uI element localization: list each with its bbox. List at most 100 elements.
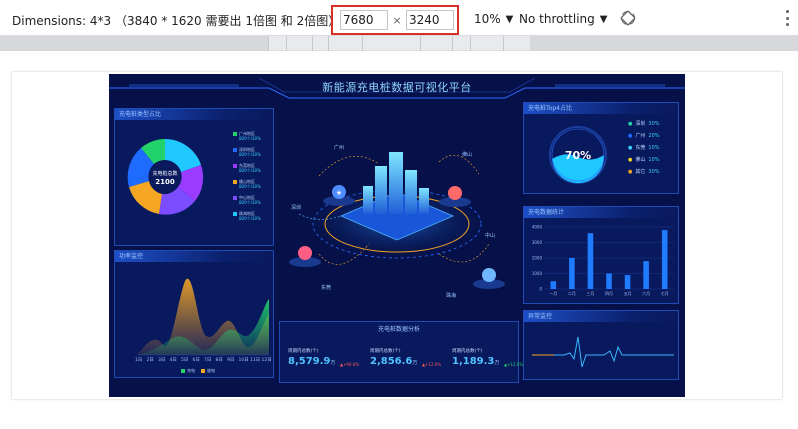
stat-value: 8,579.9万 (288, 356, 335, 367)
bar (587, 233, 594, 289)
ruler-tick (328, 36, 329, 51)
y-tick-label: 3000 (532, 240, 543, 245)
x-tick-label: 7日 (204, 358, 212, 363)
top4-legend-item: ● 其它 30% (628, 169, 660, 175)
times-label: × (392, 13, 402, 27)
dimensions-dropdown[interactable]: Dimensions: 4*3 （3840 * 1620 需要出 1倍图 和 2… (12, 12, 356, 29)
legend-sub: 800个/30% (239, 200, 261, 205)
legend-name: 其它 (635, 169, 646, 175)
legend-dot-icon: ● (628, 157, 633, 163)
legend-percent: 30% (648, 121, 660, 127)
city-label-foshan: 佛山 (461, 152, 472, 158)
city-label-zhuhai: 珠海 (445, 293, 456, 299)
x-tick-label: 3日 (158, 358, 166, 363)
legend-name: 放电 (207, 368, 215, 373)
city-node-shenzhen (289, 246, 321, 267)
ruler-tick (503, 36, 504, 51)
legend-percent: 20% (648, 133, 660, 139)
legend-dot-icon: ● (628, 121, 633, 127)
city-label-zhongshan: 中山 (484, 233, 495, 239)
donut-legend-item: 广州地区 800个/30% (233, 131, 261, 141)
legend-dot-icon: ● (628, 169, 633, 175)
legend-name: 佛山 (635, 157, 646, 163)
dimensions-label: Dimensions: 4*3 （3840 * 1620 需要出 1倍图 和 2… (12, 14, 341, 28)
ruler-tick (362, 36, 363, 51)
bar-panel: 充电数据统计 0 1000 2000 3000 4000 一月 二月 三月 四月 五月 六月 七月 (523, 206, 679, 304)
panel-title: 充电桩类型占比 (115, 109, 273, 120)
ruler-tick (470, 36, 471, 51)
x-tick-label: 三月 (586, 291, 594, 296)
size-inputs-highlight: 7680 × 3240 (331, 5, 459, 35)
donut-legend-item: 中山地区 800个/30% (233, 195, 261, 205)
stat-number: 8,579.9 (288, 356, 331, 367)
legend-sub: 800个/30% (239, 216, 261, 221)
area-legend-item: 放电 (201, 368, 215, 373)
x-tick-label: 六月 (642, 290, 650, 296)
x-tick-label: 4日 (169, 358, 177, 363)
x-tick-label: 12日 (261, 358, 272, 363)
stat-label: 周期内总数(个) (452, 349, 483, 354)
donut-legend-item: 深圳地区 800个/30% (233, 147, 261, 157)
ruler-tick (420, 36, 421, 51)
height-input[interactable]: 3240 (406, 10, 454, 30)
legend-name: 充电 (187, 368, 195, 373)
legend-percent: 10% (648, 145, 660, 151)
stat-label: 周期内总数(个) (370, 349, 401, 354)
x-tick-label: 一月 (549, 291, 557, 296)
legend-swatch (233, 196, 237, 200)
donut-legend-item: 珠海地区 800个/30% (233, 211, 261, 221)
legend-percent: 30% (648, 169, 660, 175)
zoom-dropdown[interactable]: 10% ▼ (474, 12, 513, 26)
x-tick-label: 2日 (146, 358, 154, 363)
bar (661, 230, 668, 289)
more-vertical-icon[interactable] (784, 10, 790, 26)
bar (643, 261, 649, 289)
ruler-tick (286, 36, 287, 51)
y-tick-label: 1000 (532, 271, 543, 276)
stat-unit: 万 (412, 360, 418, 366)
donut-legend-item: 佛山地区 800个/30% (233, 179, 261, 189)
x-tick-label: 二月 (568, 291, 576, 296)
donut-panel: 充电桩类型占比 充电桩总数 2100 广州地区 800个/30% 深圳地区 800个/… (114, 108, 274, 246)
legend-swatch (233, 132, 237, 136)
stat-number: 1,189.3 (452, 356, 495, 367)
zoom-label: 10% (474, 12, 501, 26)
wave-panel: 异常监控 (523, 310, 679, 380)
top4-legend-item: ● 东莞 10% (628, 145, 660, 151)
ruler-tick (268, 36, 269, 51)
y-tick-label: 4000 (532, 225, 543, 230)
legend-name: 深圳 (635, 121, 646, 127)
x-tick-label: 8日 (215, 358, 223, 363)
panel-title: 异常监控 (524, 311, 678, 322)
legend-swatch (233, 148, 237, 152)
dashboard-screen: 新能源充电桩数据可视化平台 充电桩类型占比 充电桩总数 2100 广州地区 800… (109, 74, 685, 397)
x-tick-label: 七月 (661, 290, 669, 296)
throttling-dropdown[interactable]: No throttling ▼ (519, 12, 607, 26)
chevron-down-icon: ▼ (599, 13, 608, 25)
x-tick-label: 1日 (135, 358, 143, 363)
x-tick-label: 11日 (250, 358, 261, 363)
stat-unit: 万 (494, 360, 500, 366)
bar-chart: 0 1000 2000 3000 4000 一月 二月 三月 四月 五月 六月 七月 (532, 225, 674, 296)
donut-legend-item: 东莞地区 800个/30% (233, 163, 261, 173)
wave-chart (532, 336, 674, 368)
bar (550, 281, 557, 289)
stats-panel: 充电桩数据分析 周期内总数(个) 8,579.9万 ▲+90.0% 周期内总数(个) 2… (279, 321, 523, 383)
width-input[interactable]: 7680 (340, 10, 388, 30)
top4-percent: 70% (565, 149, 591, 162)
x-tick-label: 10日 (238, 358, 249, 363)
top4-panel: 充电桩Top4占比 70% ● 深圳 30% ● 广州 20% ● 东莞 10% ● 佛山 10% ● 其… (523, 102, 679, 194)
dashboard-title: 新能源充电桩数据可视化平台 (322, 81, 472, 94)
ruler-block (0, 36, 268, 51)
panel-title: 充电桩数据分析 (377, 326, 420, 333)
power-panel: 功率监控 1日 2日 3日 4日 5日 6日 7日 8日 9日 10日 11日 12日 充电 放电 (114, 250, 274, 378)
rotate-icon[interactable] (620, 10, 636, 26)
media-query-ruler (0, 36, 798, 51)
y-tick-label: 0 (539, 287, 542, 292)
legend-swatch (201, 369, 205, 373)
panel-title: 充电桩Top4占比 (524, 103, 678, 114)
donut-chart: 充电桩总数 2100 (127, 139, 204, 215)
stat-change: ▲+90.0% (340, 362, 360, 367)
legend-name: 东莞 (635, 145, 646, 151)
legend-swatch (233, 180, 237, 184)
